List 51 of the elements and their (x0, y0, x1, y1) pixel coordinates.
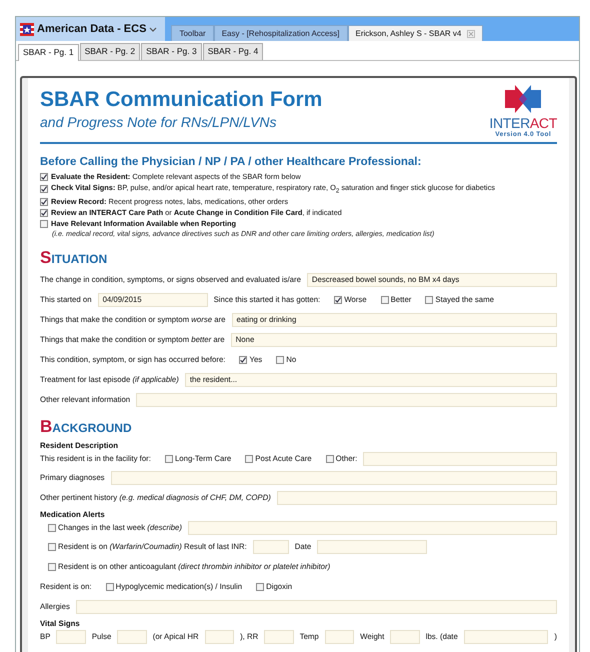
input-field[interactable] (324, 630, 354, 644)
app-title: American Data - ECS (37, 23, 146, 35)
checkbox[interactable] (48, 562, 56, 571)
app-tab[interactable]: Erickson, Ashley S - SBAR v4 (348, 25, 484, 41)
input-field[interactable] (464, 630, 548, 644)
arrows-logo-icon (503, 84, 544, 114)
input-field[interactable] (136, 392, 557, 407)
checkbox[interactable] (48, 524, 56, 532)
form-subtitle: and Progress Note for RNs/LPN/LVNs (40, 114, 278, 130)
checkbox[interactable] (40, 185, 48, 194)
input-field[interactable] (264, 630, 294, 644)
input-field[interactable] (317, 540, 428, 554)
input-field[interactable] (276, 490, 557, 505)
checkbox[interactable] (40, 198, 48, 206)
page-tab[interactable]: SBAR - Pg. 2 (80, 43, 140, 60)
checkbox[interactable] (40, 172, 48, 180)
input-field[interactable] (117, 630, 147, 644)
flag-icon (20, 22, 34, 36)
page-tab[interactable]: SBAR - Pg. 1 (18, 44, 79, 61)
logo-text: INTERACT (489, 115, 557, 131)
checkbox[interactable] (245, 454, 254, 463)
page-tab[interactable]: SBAR - Pg. 3 (141, 43, 202, 60)
input-field[interactable] (110, 470, 557, 485)
checkbox[interactable] (256, 582, 264, 591)
section-heading: Before Calling the Physician / NP / PA / other Healthcare Professional: (40, 156, 422, 168)
input-field[interactable] (56, 630, 86, 644)
checkbox[interactable] (106, 582, 114, 591)
input-field[interactable] (204, 630, 234, 644)
checkbox[interactable] (40, 220, 48, 228)
app-tab[interactable]: Toolbar (171, 25, 214, 41)
checkbox[interactable] (164, 454, 173, 463)
checkbox[interactable] (380, 296, 389, 304)
input-field[interactable] (363, 452, 557, 466)
input-field[interactable] (252, 540, 289, 554)
page-tab[interactable]: SBAR - Pg. 4 (202, 43, 264, 60)
input-field[interactable] (188, 520, 557, 535)
checkbox[interactable] (276, 356, 284, 364)
checkbox[interactable] (326, 454, 334, 463)
checkbox[interactable] (48, 542, 56, 551)
section-heading: BACKGROUND (40, 417, 133, 438)
close-icon[interactable] (467, 30, 476, 38)
checkbox[interactable] (40, 208, 48, 217)
section-heading: SITUATION (40, 248, 108, 268)
checkbox[interactable] (425, 296, 434, 304)
input-field[interactable] (76, 600, 557, 614)
app-tab[interactable]: Easy - [Rehospitalization Access] (214, 25, 348, 41)
form-title: SBAR Communication Form (40, 88, 322, 112)
checkbox[interactable] (239, 356, 248, 364)
chevron-icon[interactable] (149, 25, 158, 33)
checkbox[interactable] (334, 296, 342, 304)
input-field[interactable] (390, 630, 420, 644)
